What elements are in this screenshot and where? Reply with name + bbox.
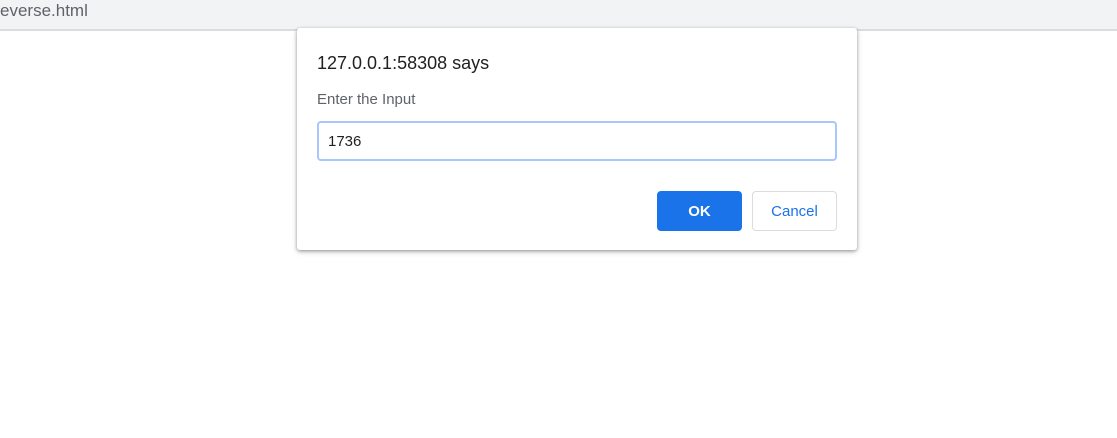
prompt-input[interactable] (317, 121, 837, 161)
dialog-title: 127.0.0.1:58308 says (317, 53, 490, 73)
browser-address-bar[interactable]: everse.html (0, 0, 1117, 31)
dialog-message: Enter the Input (317, 91, 416, 108)
ok-button[interactable]: OK (657, 191, 742, 231)
address-text[interactable]: everse.html (0, 0, 88, 24)
cancel-button[interactable]: Cancel (752, 191, 837, 231)
prompt-dialog: 127.0.0.1:58308 says Enter the Input OK … (297, 28, 857, 250)
